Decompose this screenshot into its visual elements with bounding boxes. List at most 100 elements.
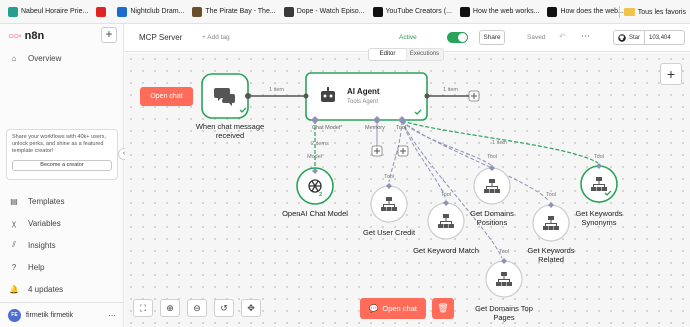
bookmark-item[interactable]: The Pirate Bay - The... <box>188 3 279 21</box>
toggle-knob <box>458 33 467 42</box>
tab-executions[interactable]: Executions <box>406 49 443 60</box>
bookmark-item[interactable]: How the web works... <box>456 3 544 21</box>
trigger-output-port[interactable] <box>245 93 251 99</box>
home-icon: ⌂ <box>11 54 17 63</box>
all-bookmarks-label: Tous les favoris <box>637 8 686 16</box>
bookmark-item[interactable] <box>92 3 113 21</box>
user-menu[interactable]: FE firmetik firmetik ⋯ <box>0 302 124 327</box>
bookmark-label: Nightclub Dram... <box>130 8 185 15</box>
bookmark-label: The Pirate Bay - The... <box>205 8 276 15</box>
sidebar-item-templates[interactable]: ▤ Templates <box>8 190 64 212</box>
bookmark-item[interactable]: Nabeul Horaire Prie... <box>4 3 92 21</box>
github-star-button[interactable]: Star 103,404 <box>613 30 685 45</box>
domains-top-line2: Pages <box>493 313 515 322</box>
model-items-count: 2 items <box>311 141 329 147</box>
keywords-related-line2: Related <box>538 255 564 264</box>
tidy-up-button[interactable]: ✥ <box>241 299 261 317</box>
zoom-in-icon: ⊕ <box>166 303 174 313</box>
sidebar-item-variables[interactable]: χ Variables <box>8 212 64 234</box>
sidebar: ○○◦ n8n + ⌂ Overview Share your workflow… <box>0 24 130 327</box>
bookmark-label: How the web works... <box>472 8 540 15</box>
delete-button[interactable]: 🗑 <box>432 298 454 319</box>
synonyms-items-count: 1 item <box>492 140 507 146</box>
zoom-in-button[interactable]: ⊕ <box>160 299 180 317</box>
all-bookmarks[interactable]: Tous les favoris <box>615 3 686 21</box>
open-chat-chip[interactable]: Open chat <box>140 87 193 106</box>
sidebar-item-help[interactable]: ? Help <box>8 256 64 278</box>
memory-port-label: Memory <box>365 125 385 131</box>
user-credit-label: Get User Credit <box>362 228 416 237</box>
bookmark-item[interactable]: Nightclub Dram... <box>113 3 188 21</box>
history-icon[interactable]: ↶ <box>559 32 566 41</box>
github-icon <box>618 33 626 42</box>
favicon-icon <box>96 6 107 17</box>
fit-view-icon: ⛶ <box>139 303 147 313</box>
agent-title: AI Agent <box>347 87 380 96</box>
fit-view-button[interactable]: ⛶ <box>133 299 153 317</box>
keyword-match-label: Get Keyword Match <box>413 246 479 255</box>
open-chat-button[interactable]: 💬 Open chat <box>360 298 426 319</box>
n8n-logo[interactable]: ○○◦ n8n <box>8 30 44 42</box>
canvas-graph <box>201 72 618 298</box>
variables-icon: χ <box>11 218 17 228</box>
tab-editor[interactable]: Editor <box>369 49 406 60</box>
promo-text: Share your workflows with 40k+ users, un… <box>12 134 106 154</box>
sidebar-item-label: Help <box>28 262 45 272</box>
tool-tag-keyword-match: Tool <box>441 192 452 198</box>
avatar: FE <box>8 308 21 322</box>
github-star-label: Star <box>629 34 641 41</box>
favicon-icon <box>192 6 203 17</box>
sidebar-item-overview[interactable]: ⌂ Overview <box>8 54 62 63</box>
domains-top-line1: Get Domains Top <box>475 304 533 313</box>
bookmark-item[interactable]: YouTube Creators (... <box>369 3 456 21</box>
tidy-icon: ✥ <box>247 303 255 313</box>
create-button[interactable]: + <box>101 27 117 43</box>
favicon-icon <box>459 6 470 17</box>
add-node-button[interactable]: + <box>660 63 682 85</box>
chat-model-port-label: Chat Model* <box>312 125 343 131</box>
share-button[interactable]: Share <box>479 30 505 45</box>
sidebar-item-label: Variables <box>28 218 61 228</box>
model-tag: Model <box>307 154 322 160</box>
sidebar-item-updates[interactable]: 🔔 4 updates <box>8 278 64 300</box>
add-tag-link[interactable]: + Add tag <box>202 34 230 41</box>
more-icon[interactable]: ⋯ <box>108 311 116 320</box>
edge-in-count: 1 item <box>269 87 284 93</box>
tool-edges <box>388 120 549 259</box>
domains-positions-label: Get Domains Positions <box>447 209 537 227</box>
sidebar-item-label: Insights <box>28 240 56 250</box>
workflow-canvas[interactable]: When chat message received AI Agent Tool… <box>125 53 690 327</box>
reset-zoom-button[interactable]: ↺ <box>214 299 234 317</box>
sidebar-nav: ▤ Templates χ Variables ⫽ Insights ? Hel… <box>8 190 64 300</box>
sidebar-item-insights[interactable]: ⫽ Insights <box>8 234 64 256</box>
keywords-synonyms-line1: Get Keywords <box>575 209 623 218</box>
favicon-icon <box>8 6 18 17</box>
agent-subtitle: Tools Agent <box>347 99 379 105</box>
sidebar-item-label: Overview <box>28 54 62 63</box>
keywords-related-label: Get Keywords Related <box>506 246 596 264</box>
agent-input-port[interactable] <box>303 93 309 99</box>
tool-tag-domains-positions: Tool <box>487 154 498 160</box>
domains-top-label: Get Domains Top Pages <box>459 304 549 322</box>
github-star: Star <box>614 31 646 44</box>
github-star-count: 103,404 <box>649 34 671 41</box>
trigger-node-label: When chat message received <box>175 122 285 140</box>
view-tabs: Editor Executions <box>368 48 444 61</box>
active-label: Active <box>399 34 417 41</box>
trigger-label-line1: When chat message <box>195 122 265 131</box>
domains-positions-line2: Positions <box>476 218 508 227</box>
active-toggle[interactable] <box>447 32 468 43</box>
workflow-name[interactable]: MCP Server <box>139 33 182 42</box>
favicon-icon <box>372 6 383 17</box>
bookmark-item[interactable]: Dope - Watch Episo... <box>280 3 369 21</box>
favicon-icon <box>283 6 294 17</box>
keywords-synonyms-line2: Synonyms <box>581 218 617 227</box>
keywords-related-line1: Get Keywords <box>527 246 575 255</box>
tool-tag-keywords-related: Tool <box>546 192 557 198</box>
bookmarks-separator <box>618 6 620 18</box>
more-options-icon[interactable]: ⋯ <box>581 31 590 42</box>
agent-output-port[interactable] <box>424 93 430 99</box>
help-icon: ? <box>11 262 17 272</box>
become-creator-button[interactable]: Become a creator <box>12 160 112 171</box>
zoom-out-button[interactable]: ⊖ <box>187 299 207 317</box>
